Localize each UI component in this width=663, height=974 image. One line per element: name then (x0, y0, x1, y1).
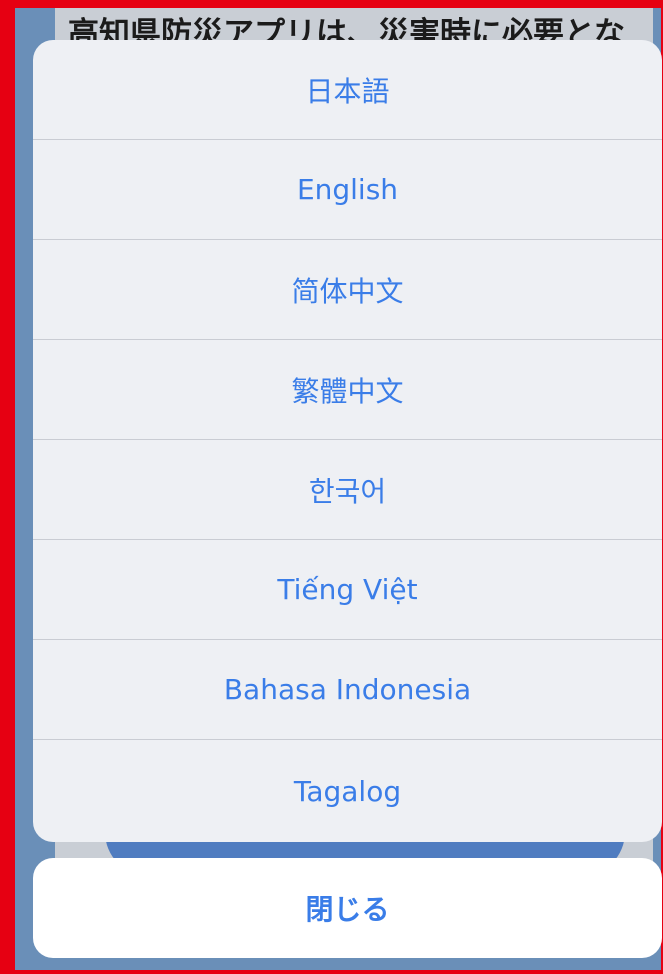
language-option-indonesian[interactable]: Bahasa Indonesia (33, 640, 662, 740)
language-option-japanese[interactable]: 日本語 (33, 40, 662, 140)
language-action-sheet: 日本語 English 简体中文 繁體中文 한국어 Tiếng Việt Bah… (33, 40, 662, 842)
close-button[interactable]: 閉じる (33, 858, 662, 958)
language-option-vietnamese[interactable]: Tiếng Việt (33, 540, 662, 640)
language-option-tagalog[interactable]: Tagalog (33, 740, 662, 842)
language-option-english[interactable]: English (33, 140, 662, 240)
language-option-simplified-chinese[interactable]: 简体中文 (33, 240, 662, 340)
language-option-traditional-chinese[interactable]: 繁體中文 (33, 340, 662, 440)
language-option-korean[interactable]: 한국어 (33, 440, 662, 540)
